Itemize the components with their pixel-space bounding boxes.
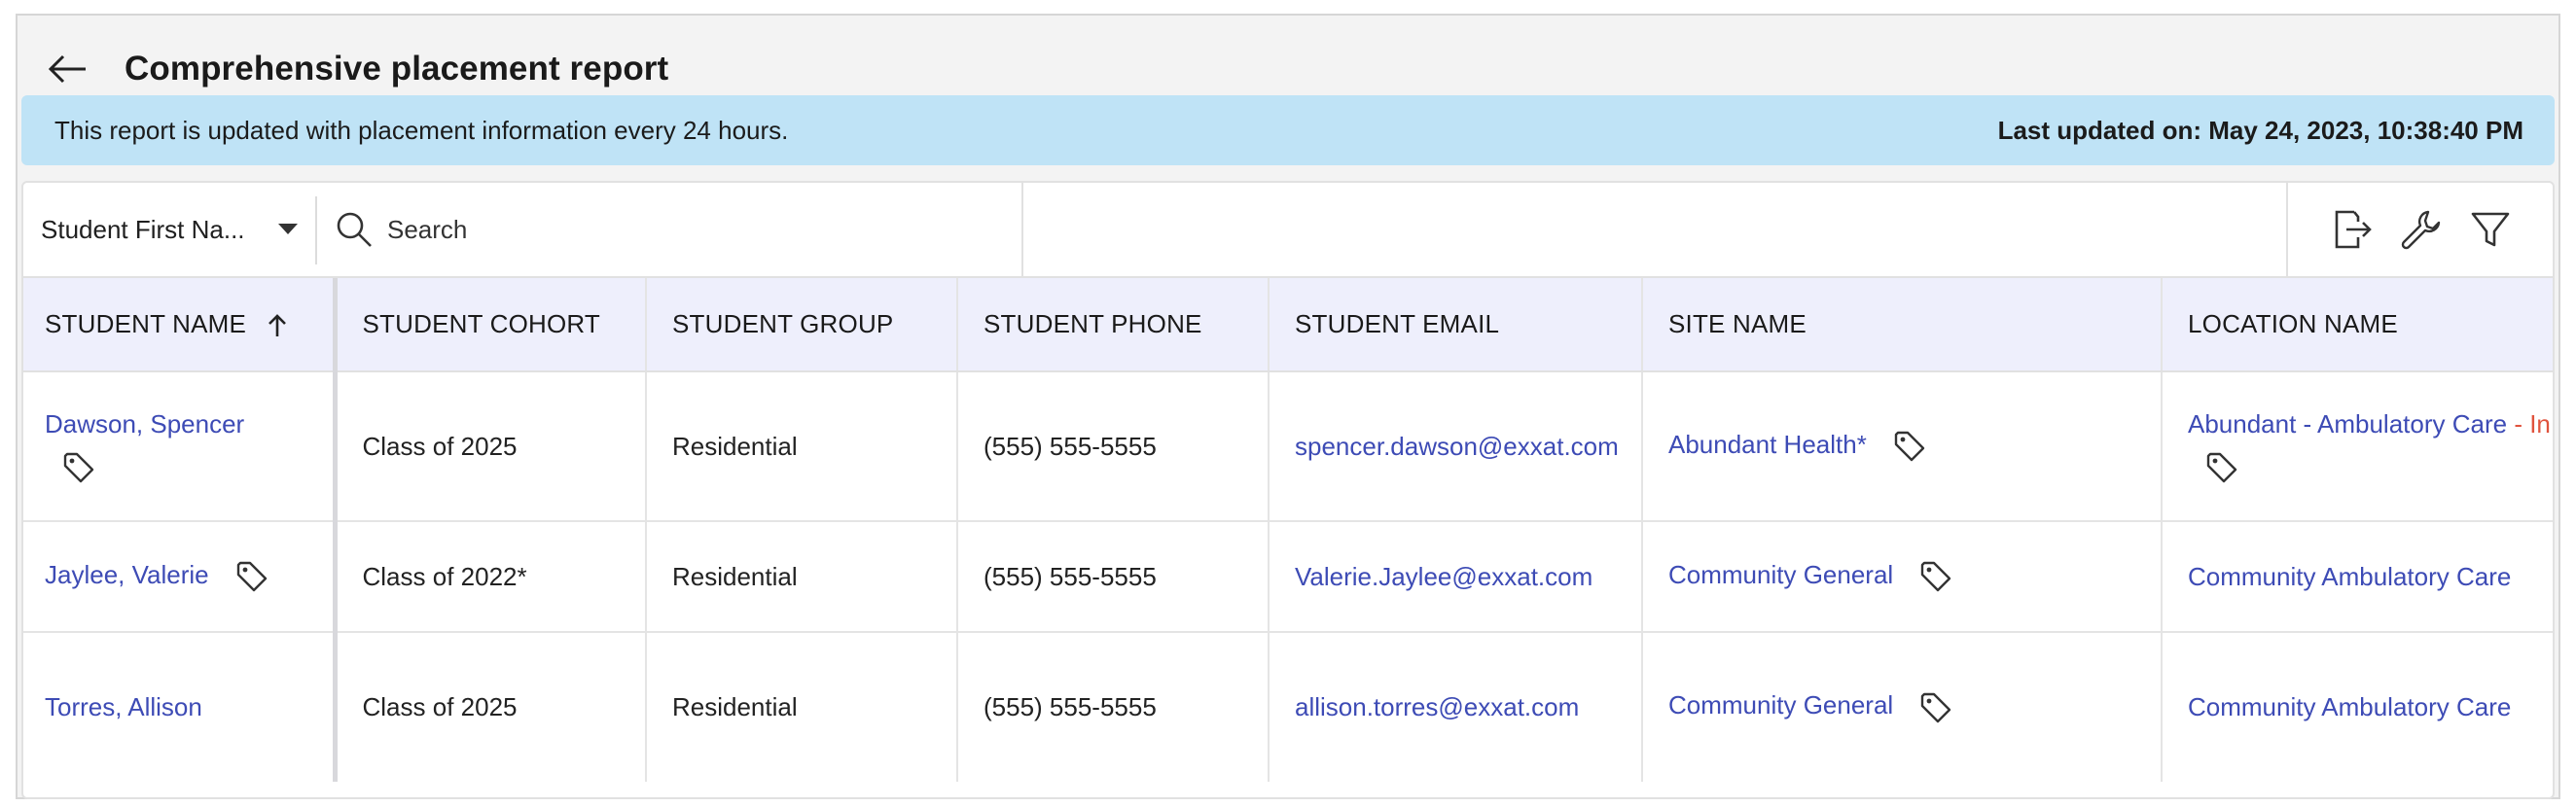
table-row: Torres, Allison Class of 2025 Residentia… (23, 632, 2553, 782)
phone-cell: (555) 555-5555 (957, 371, 1270, 522)
cohort-cell: Class of 2025 (335, 632, 647, 782)
column-header-student-cohort[interactable]: STUDENT COHORT (335, 278, 647, 372)
phone-cell: (555) 555-5555 (957, 521, 1270, 633)
table-toolbar: Student First Na... (23, 183, 2553, 278)
banner-message: This report is updated with placement in… (54, 115, 789, 145)
table-header-row: STUDENT NAME STUDENT COHORT STUDENT GROU… (23, 278, 2553, 372)
email-link[interactable]: Valerie.Jaylee@exxat.com (1295, 562, 1592, 591)
column-header-student-group[interactable]: STUDENT GROUP (646, 278, 958, 372)
sort-ascending-icon[interactable] (266, 313, 289, 338)
tools-divider (2286, 183, 2288, 276)
back-arrow-icon[interactable] (47, 53, 89, 86)
location-name-link[interactable]: Community Ambulatory Care (2188, 562, 2511, 591)
table-row: Dawson, Spencer Class of 2025 Residentia… (23, 371, 2553, 522)
caret-down-icon (278, 224, 298, 234)
site-name-link[interactable]: Community General (1668, 690, 1893, 719)
cohort-cell: Class of 2025 (335, 371, 647, 522)
search-field-select[interactable]: Student First Na... (23, 183, 315, 276)
column-header-location-name[interactable]: LOCATION NAME (2162, 278, 2553, 372)
wrench-icon[interactable] (2399, 208, 2442, 251)
email-link[interactable]: allison.torres@exxat.com (1295, 692, 1579, 721)
search-box[interactable] (317, 183, 1023, 276)
page-title: Comprehensive placement report (125, 50, 669, 88)
search-input[interactable] (387, 214, 971, 245)
report-panel: Student First Na... Search STUDENT NAME … (21, 181, 2555, 799)
group-cell: Residential (646, 632, 958, 782)
student-name-link[interactable]: Jaylee, Valerie (45, 560, 209, 589)
last-updated-text: Last updated on: May 24, 2023, 10:38:40 … (1997, 115, 2523, 145)
report-window: Comprehensive placement report This repo… (16, 14, 2560, 799)
search-field-value: Student First Na... (41, 214, 245, 244)
column-header-student-phone[interactable]: STUDENT PHONE (957, 278, 1270, 372)
tag-icon[interactable] (1919, 691, 1952, 724)
email-link[interactable]: spencer.dawson@exxat.com (1295, 432, 1619, 461)
phone-cell: (555) 555-5555 (957, 632, 1270, 782)
column-header-student-email[interactable]: STUDENT EMAIL (1269, 278, 1643, 372)
site-name-link[interactable]: Abundant Health* (1668, 430, 1867, 459)
tag-icon[interactable] (62, 451, 95, 484)
search-icon (337, 212, 372, 247)
info-banner: This report is updated with placement in… (21, 95, 2555, 165)
tag-icon[interactable] (1919, 560, 1952, 593)
tag-icon[interactable] (235, 560, 268, 593)
location-status-text: - In (2514, 408, 2551, 439)
tag-icon[interactable] (2205, 451, 2238, 484)
location-name-link[interactable]: Abundant - Ambulatory Care (2188, 409, 2507, 439)
group-cell: Residential (646, 371, 958, 522)
export-icon[interactable] (2329, 208, 2372, 251)
placement-table: STUDENT NAME STUDENT COHORT STUDENT GROU… (23, 278, 2553, 782)
group-cell: Residential (646, 521, 958, 633)
student-name-link[interactable]: Torres, Allison (45, 692, 202, 721)
site-name-link[interactable]: Community General (1668, 560, 1893, 589)
cohort-cell: Class of 2022* (335, 521, 647, 633)
column-header-site-name[interactable]: SITE NAME (1642, 278, 2163, 372)
location-name-link[interactable]: Community Ambulatory Care (2188, 692, 2511, 721)
student-name-link[interactable]: Dawson, Spencer (45, 409, 307, 439)
filter-icon[interactable] (2469, 208, 2512, 251)
column-header-student-name[interactable]: STUDENT NAME (23, 278, 338, 372)
table-row: Jaylee, Valerie Class of 2022* Residenti… (23, 521, 2553, 633)
tag-icon[interactable] (1893, 430, 1926, 463)
